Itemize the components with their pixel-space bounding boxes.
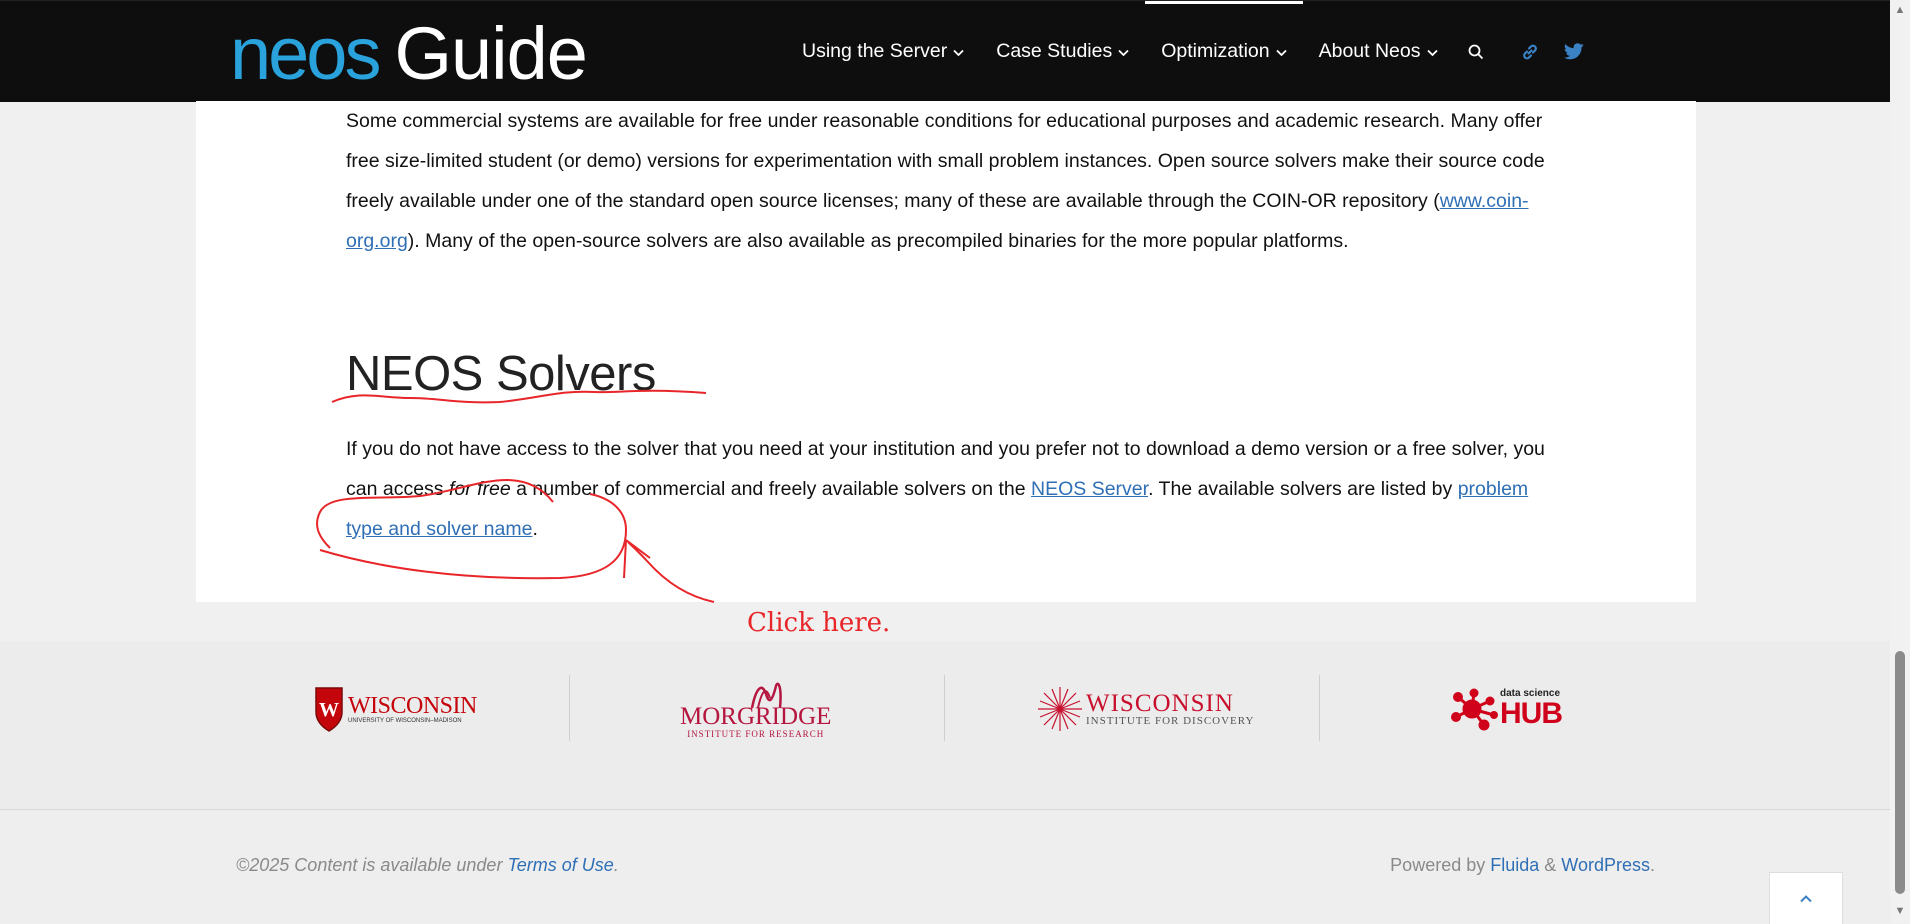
page-scrollbar[interactable]: ▲ ▼ <box>1890 0 1910 923</box>
article-content: Some commercial systems are available fo… <box>196 101 1696 602</box>
partner-divider <box>944 675 945 741</box>
starburst-icon <box>1038 687 1082 731</box>
section-heading-neos-solvers: NEOS Solvers <box>346 347 656 401</box>
nav-label: Optimization <box>1161 40 1270 62</box>
partner-logos: W WISCONSIN UNIVERSITY OF WISCONSIN–MADI… <box>0 641 1890 810</box>
nav-optimization[interactable]: Optimization <box>1145 1 1303 102</box>
main-nav: Using the Server Case Studies Optimizati… <box>786 1 1588 102</box>
fluida-link[interactable]: Fluida <box>1490 855 1539 875</box>
link-icon[interactable] <box>1516 1 1544 102</box>
intro-paragraph: Some commercial systems are available fo… <box>346 110 1545 252</box>
nav-about-neos[interactable]: About Neos <box>1303 1 1454 102</box>
partner-divider <box>1319 675 1320 741</box>
nav-using-the-server[interactable]: Using the Server <box>786 1 980 102</box>
nav-label: Using the Server <box>802 40 948 62</box>
site-header: neos Guide Using the Server Case Studies… <box>0 0 1890 102</box>
logo-neos: neos <box>230 12 381 95</box>
nav-label: About Neos <box>1318 40 1421 62</box>
solvers-paragraph: If you do not have access to the solver … <box>346 438 1545 540</box>
back-to-top-button[interactable] <box>1769 872 1843 924</box>
chevron-down-icon <box>1275 46 1287 60</box>
nav-case-studies[interactable]: Case Studies <box>980 1 1145 102</box>
nav-label: Case Studies <box>996 40 1113 62</box>
scroll-down-arrow-icon[interactable]: ▼ <box>1893 904 1907 918</box>
site-logo[interactable]: neos Guide <box>230 12 588 95</box>
terms-of-use-link[interactable]: Terms of Use <box>507 855 613 875</box>
uw-madison-logo[interactable]: W WISCONSIN UNIVERSITY OF WISCONSIN–MADI… <box>314 676 477 742</box>
copyright-text: ©2025 Content is available under Terms o… <box>236 855 619 875</box>
scrollbar-thumb[interactable] <box>1895 651 1905 894</box>
partner-divider <box>569 675 570 741</box>
search-icon[interactable] <box>1462 1 1490 102</box>
click-here-annotation: Click here. <box>747 608 891 638</box>
chevron-down-icon <box>953 46 964 60</box>
neos-server-link[interactable]: NEOS Server <box>1031 478 1148 500</box>
site-footer: ©2025 Content is available under Terms o… <box>0 810 1890 923</box>
wisconsin-institute-for-discovery-logo[interactable]: WISCONSIN INSTITUTE FOR DISCOVERY <box>1036 676 1254 742</box>
uw-crest-icon: W <box>315 687 343 732</box>
svg-text:W: W <box>319 699 339 721</box>
network-nodes-icon <box>1451 688 1498 731</box>
data-science-hub-logo[interactable]: data science HUB <box>1450 676 1563 742</box>
scroll-up-arrow-icon[interactable]: ▲ <box>1893 3 1907 17</box>
twitter-icon[interactable] <box>1560 1 1588 102</box>
chevron-up-icon <box>1800 895 1812 903</box>
morgridge-logo[interactable]: MORGRIDGE INSTITUTE FOR RESEARCH <box>680 676 831 742</box>
emphasis-for-free: for free <box>448 478 511 500</box>
powered-by-text: Powered by Fluida & WordPress. <box>1390 855 1655 875</box>
chevron-down-icon <box>1118 46 1129 60</box>
logo-guide: Guide <box>394 12 587 95</box>
chevron-down-icon <box>1426 46 1438 60</box>
wordpress-link[interactable]: WordPress <box>1561 855 1650 875</box>
